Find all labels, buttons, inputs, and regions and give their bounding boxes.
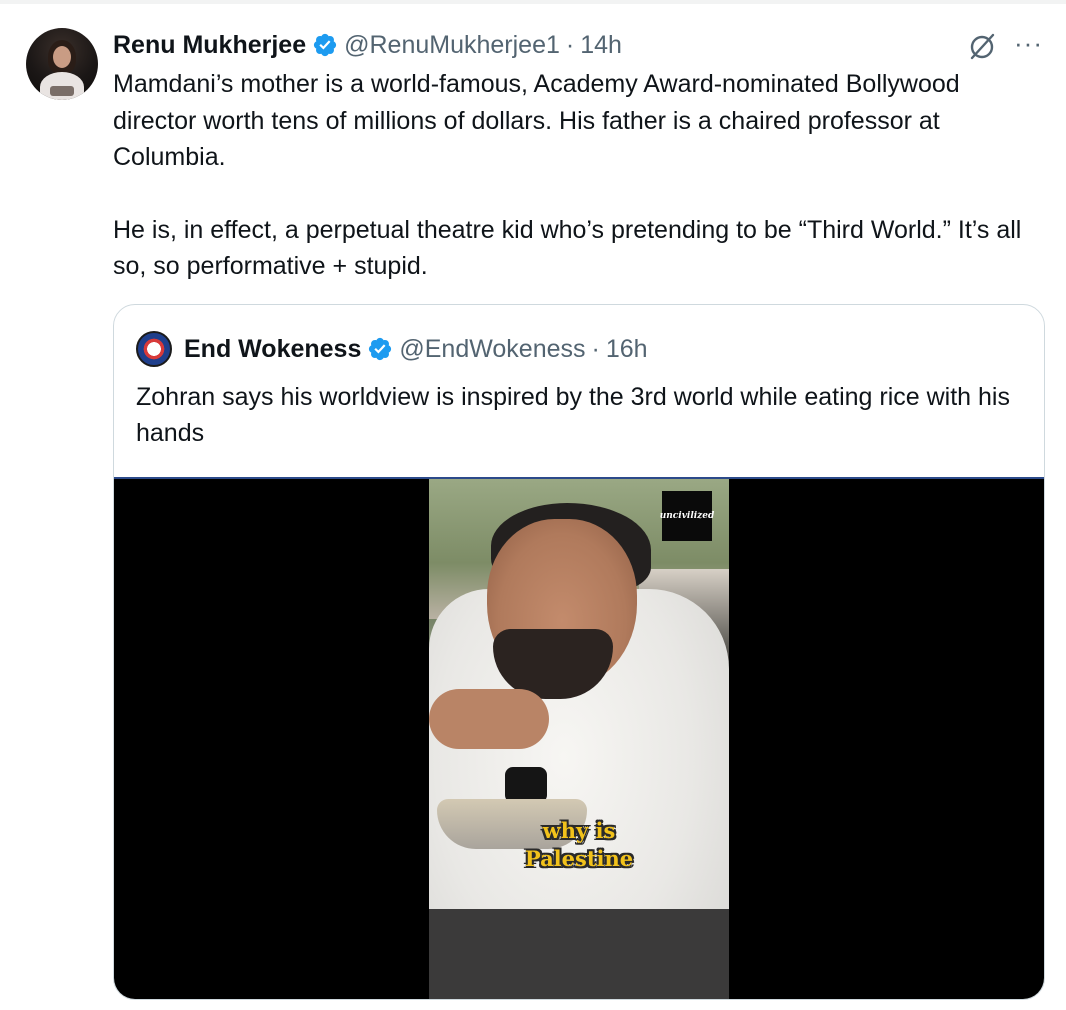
video-frame[interactable]: uncivilized why is Palestine [429,479,729,999]
quoted-tweet-text: Zohran says his worldview is inspired by… [136,383,1010,447]
tweet-timestamp[interactable]: 14h [580,31,622,60]
author-handle[interactable]: @RenuMukherjee1 [344,31,560,60]
quoted-author-handle[interactable]: @EndWokeness [399,335,585,364]
author-avatar[interactable] [26,28,98,100]
video-caption: why is Palestine [429,817,729,873]
caption-line: Palestine [524,846,634,871]
verified-badge-icon[interactable] [367,336,393,362]
quoted-tweet-card[interactable]: End Wokeness @EndWokeness · 16h Zohran s… [113,304,1045,1000]
quoted-author-display-name[interactable]: End Wokeness [184,335,361,364]
caption-line: why is [542,818,616,843]
video-player[interactable]: uncivilized why is Palestine [114,477,1044,999]
tweet-header: Renu Mukherjee @RenuMukherjee1 · 14h [113,29,622,61]
tweet-paragraph: He is, in effect, a perpetual theatre ki… [113,215,1022,281]
quoted-author-avatar[interactable] [136,331,172,367]
tweet-body: Mamdani’s mother is a world-famous, Acad… [113,66,1043,285]
top-divider [0,0,1066,4]
video-watermark: uncivilized [660,491,714,541]
separator-dot: · [591,334,600,363]
quoted-tweet-timestamp[interactable]: 16h [606,335,648,364]
verified-badge-icon[interactable] [312,32,338,58]
separator-dot: · [565,30,575,59]
more-icon[interactable]: ··· [1014,30,1046,57]
grok-icon[interactable] [966,30,998,62]
author-display-name[interactable]: Renu Mukherjee [113,31,306,60]
tweet-paragraph: Mamdani’s mother is a world-famous, Acad… [113,70,960,171]
quoted-tweet-header: End Wokeness @EndWokeness · 16h [136,331,648,367]
